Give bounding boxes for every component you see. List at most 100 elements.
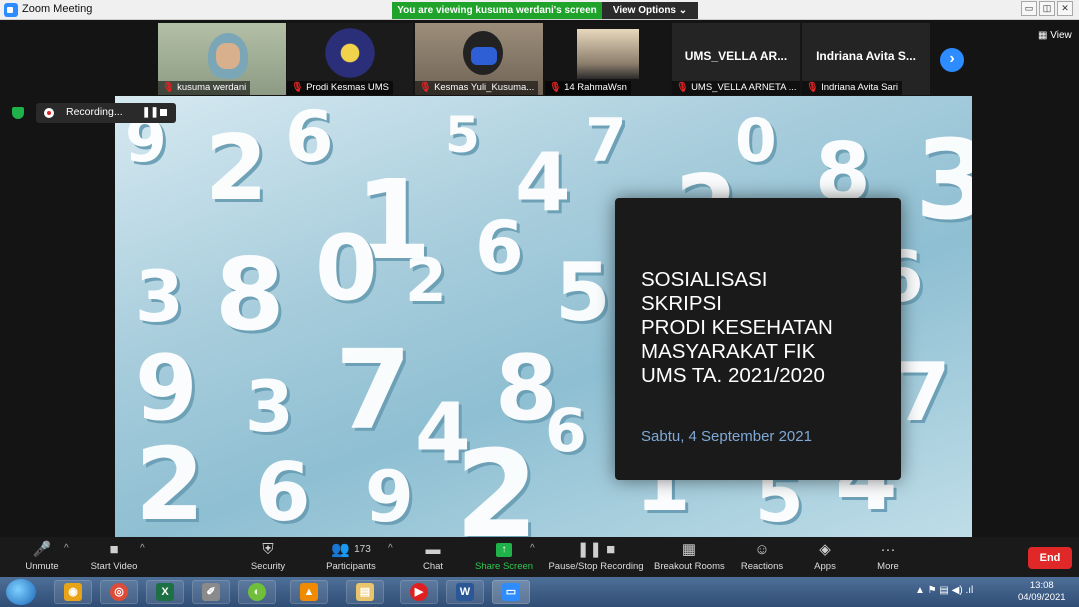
mic-muted-icon: 🎙 xyxy=(419,82,432,93)
view-button[interactable]: ▦ View xyxy=(1038,30,1072,41)
share-screen-icon: ↑ xyxy=(496,543,512,558)
chat-button[interactable]: ▬ Chat xyxy=(418,540,448,572)
background-digit: 5 xyxy=(445,106,480,164)
security-button[interactable]: ⛨ Security xyxy=(246,540,290,572)
participant-display-name: Indriana Avita S... xyxy=(816,49,916,63)
participants-caret-icon[interactable]: ^ xyxy=(388,543,393,554)
reactions-button[interactable]: ☺ Reactions xyxy=(738,540,786,572)
unmute-button[interactable]: 🎤 Unmute xyxy=(20,540,64,572)
background-digit: 2 xyxy=(455,426,539,537)
taskbar-app-explorer[interactable]: ◉ xyxy=(54,580,92,604)
media-player-icon: ▶ xyxy=(410,583,428,601)
participant-tile[interactable]: 🎙 kusuma werdani xyxy=(158,23,286,95)
zoom-app-icon xyxy=(4,3,18,17)
background-digit: 2 xyxy=(205,116,268,221)
taskbar-app-tools[interactable]: ✐ xyxy=(192,580,230,604)
meeting-toolbar: 🎤 Unmute ^ ■ Start Video ^ ⛨ Security 👥 … xyxy=(0,537,1079,577)
system-tray[interactable]: ▲ ⚑ ▤ ◀) .ıl xyxy=(915,585,973,596)
participant-tile[interactable]: 🎙 14 RahmaWsn xyxy=(545,23,670,95)
zoom-window: Zoom Meeting You are viewing kusuma werd… xyxy=(0,0,1079,607)
audio-options-caret-icon[interactable]: ^ xyxy=(64,543,69,554)
participant-photo xyxy=(577,29,639,79)
clock-time: 13:08 xyxy=(1029,580,1054,591)
slide-title: SOSIALISASI SKRIPSI PRODI KESEHATAN MASY… xyxy=(641,268,891,388)
mic-muted-icon: 🎙 xyxy=(291,82,304,93)
background-digit: 7 xyxy=(335,326,412,454)
taskbar-clock[interactable]: 13:08 04/09/2021 xyxy=(1018,580,1066,604)
share-screen-button[interactable]: ↑ Share Screen xyxy=(474,540,534,572)
slide-title-line: SKRIPSI xyxy=(641,292,722,315)
background-digit: 7 xyxy=(585,106,627,176)
share-caret-icon[interactable]: ^ xyxy=(530,543,535,554)
taskbar-app-vlc[interactable]: ▲ xyxy=(290,580,328,604)
slide-title-line: PRODI KESEHATAN xyxy=(641,316,833,339)
security-shield-icon xyxy=(12,107,24,119)
reactions-icon: ☺ xyxy=(754,541,770,558)
close-button[interactable]: ✕ xyxy=(1057,1,1073,16)
background-digit: 3 xyxy=(135,256,184,338)
apps-button[interactable]: ◈ Apps xyxy=(810,540,840,572)
slide-title-line: MASYARAKAT FIK xyxy=(641,340,816,363)
more-button[interactable]: ··· More xyxy=(872,540,904,572)
chrome-icon: ◎ xyxy=(110,583,128,601)
green-app-icon: ◐ xyxy=(248,583,266,601)
recording-indicator: Recording... ❚❚ xyxy=(36,103,176,123)
participant-tile[interactable]: 🎙 Prodi Kesmas UMS xyxy=(287,23,413,95)
video-options-caret-icon[interactable]: ^ xyxy=(140,543,145,554)
participant-tile[interactable]: UMS_VELLA AR... 🎙 UMS_VELLA ARNETA ... xyxy=(672,23,800,95)
participant-name: 🎙 Prodi Kesmas UMS xyxy=(287,81,393,95)
apps-icon: ◈ xyxy=(819,541,831,558)
participants-count: 173 xyxy=(354,544,371,555)
mic-off-icon: 🎤 xyxy=(32,541,52,558)
participant-tile[interactable]: Indriana Avita S... 🎙 Indriana Avita Sari xyxy=(802,23,930,95)
background-digit: 6 xyxy=(255,446,311,537)
start-button[interactable] xyxy=(6,579,36,605)
participant-strip: 🎙 kusuma werdani 🎙 Prodi Kesmas UMS 🎙 Kesma… xyxy=(0,20,1079,96)
taskbar-app-excel[interactable]: X xyxy=(146,580,184,604)
breakout-rooms-button[interactable]: ▦ Breakout Rooms xyxy=(654,540,725,572)
taskbar-app-media[interactable]: ▶ xyxy=(400,580,438,604)
minimize-button[interactable]: ▭ xyxy=(1021,1,1037,16)
participant-name: 🎙 Kesmas Yuli_Kusuma... xyxy=(415,81,539,95)
shared-screen: 92615473802659374826926154738026 SOSIALI… xyxy=(115,96,972,537)
end-meeting-button[interactable]: End xyxy=(1028,547,1072,569)
taskbar-app-word[interactable]: W xyxy=(446,580,484,604)
mic-muted-icon: 🎙 xyxy=(806,82,819,93)
chat-icon: ▬ xyxy=(425,541,441,558)
slide-title-line: SOSIALISASI xyxy=(641,268,768,291)
word-icon: W xyxy=(456,583,474,601)
window-controls: ▭ ◫ ✕ xyxy=(1021,1,1073,16)
tools-icon: ✐ xyxy=(202,583,220,601)
pause-recording-icon[interactable]: ❚❚ xyxy=(142,107,159,118)
next-page-icon[interactable]: › xyxy=(940,48,964,72)
more-icon: ··· xyxy=(880,541,896,558)
excel-icon: X xyxy=(156,583,174,601)
maximize-button[interactable]: ◫ xyxy=(1039,1,1055,16)
taskbar-app-folder[interactable]: ▤ xyxy=(346,580,384,604)
background-digit: 3 xyxy=(915,116,972,244)
background-digit: 2 xyxy=(405,246,447,316)
pause-stop-recording-button[interactable]: ❚❚ ■ Pause/Stop Recording xyxy=(548,540,644,572)
participants-button[interactable]: 👥 173 Participants xyxy=(320,540,382,572)
participant-tile[interactable]: 🎙 Kesmas Yuli_Kusuma... xyxy=(415,23,543,95)
taskbar-app-zoom[interactable]: ▭ xyxy=(492,580,530,604)
recording-label: Recording... xyxy=(66,106,123,118)
background-digit: 0 xyxy=(315,216,378,321)
background-digit: 7 xyxy=(895,346,951,439)
participant-face xyxy=(216,43,240,69)
folder-icon: ▤ xyxy=(356,583,374,601)
clock-date: 04/09/2021 xyxy=(1018,592,1066,603)
shield-icon: ⛨ xyxy=(262,541,274,558)
mic-muted-icon: 🎙 xyxy=(676,82,689,93)
participant-name: 🎙 14 RahmaWsn xyxy=(545,81,631,95)
view-options-button[interactable]: View Options ⌄ xyxy=(602,2,698,19)
start-video-button[interactable]: ■ Start Video xyxy=(88,540,140,572)
taskbar-app-green[interactable]: ◐ xyxy=(238,580,276,604)
pause-stop-icon: ❚❚ ■ xyxy=(576,541,616,558)
participant-name: 🎙 UMS_VELLA ARNETA ... xyxy=(672,81,800,95)
participants-icon: 👥 xyxy=(331,541,350,558)
mic-muted-icon: 🎙 xyxy=(549,82,562,93)
taskbar-app-chrome[interactable]: ◎ xyxy=(100,580,138,604)
background-digit: 6 xyxy=(285,96,334,178)
stop-recording-icon[interactable] xyxy=(160,109,167,116)
